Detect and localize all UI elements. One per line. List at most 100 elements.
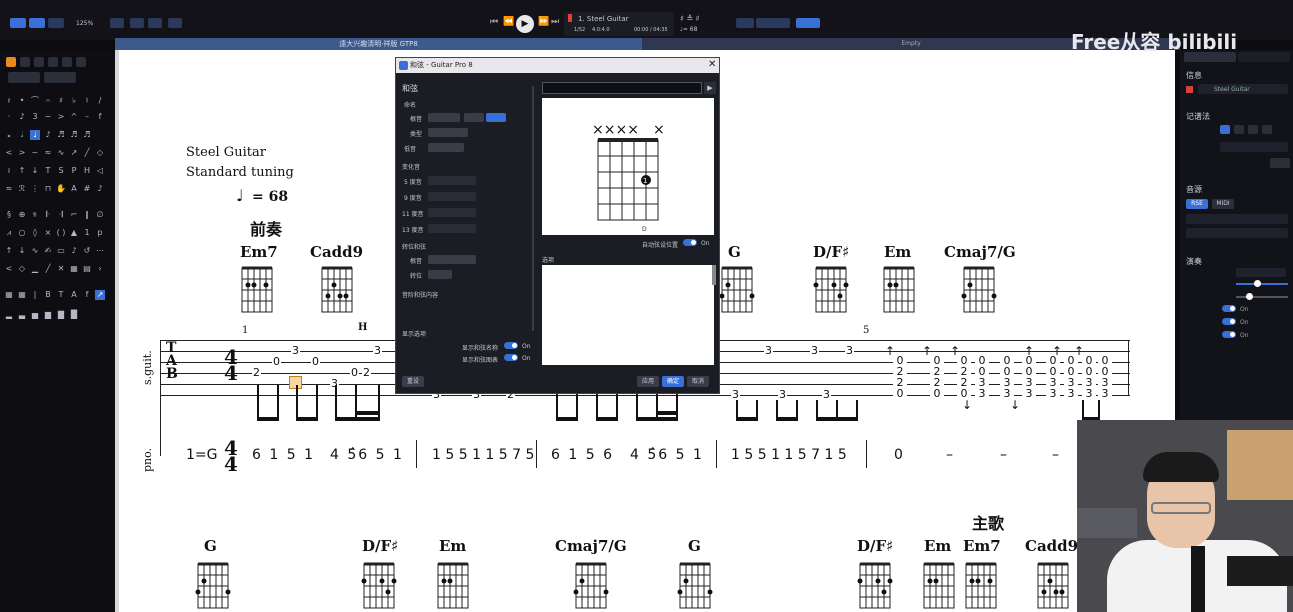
- free-time-icon[interactable]: ∅: [95, 210, 105, 220]
- dead-note-icon[interactable]: ×: [43, 228, 53, 238]
- dynamic-icon[interactable]: f: [95, 112, 105, 122]
- zoom-level[interactable]: 125%: [76, 20, 93, 27]
- fill-icon[interactable]: ▦: [69, 264, 79, 274]
- delete-bar-button[interactable]: [44, 72, 76, 83]
- sound-bank-field[interactable]: [1186, 214, 1288, 224]
- chord-diagram[interactable]: [878, 260, 918, 320]
- play-chord-icon[interactable]: ▶: [704, 82, 716, 94]
- tuning-field[interactable]: [1220, 142, 1288, 152]
- notation-tab-toggle[interactable]: [1234, 125, 1244, 134]
- chord-name[interactable]: Cmaj7/G: [555, 537, 627, 555]
- diamond-icon[interactable]: ◇: [17, 264, 27, 274]
- staccato-icon[interactable]: •: [17, 96, 27, 106]
- jianpu-notes[interactable]: –: [1000, 447, 1009, 463]
- lyric-line-icon[interactable]: |: [30, 290, 40, 300]
- text-icon[interactable]: A: [69, 184, 79, 194]
- sharp-icon[interactable]: ♯: [56, 96, 66, 106]
- triplet-icon[interactable]: 3: [30, 112, 40, 122]
- half-note-icon[interactable]: 𝅗𝅥: [17, 130, 27, 140]
- jianpu-notes[interactable]: 6 1 5 1: [252, 447, 315, 463]
- marcato-icon[interactable]: ^: [69, 112, 79, 122]
- sharp-toggle[interactable]: [486, 113, 506, 122]
- ninth-select[interactable]: [428, 192, 476, 201]
- grid-icon[interactable]: ▤: [82, 264, 92, 274]
- show-chord-name-toggle[interactable]: [504, 342, 518, 349]
- root-select[interactable]: [428, 113, 460, 122]
- tab-chord[interactable]: 0033: [1046, 355, 1060, 399]
- arpeggio-icon[interactable]: ≀: [4, 166, 14, 176]
- fifth-select[interactable]: [428, 176, 476, 185]
- chord-diagram[interactable]: [316, 260, 356, 320]
- voice-3-button[interactable]: [34, 57, 44, 67]
- dot-icon[interactable]: ·: [4, 112, 14, 122]
- chord-diagram[interactable]: [570, 556, 610, 612]
- chord-diagram[interactable]: [958, 260, 998, 320]
- segno-icon[interactable]: 𝄋: [30, 210, 40, 220]
- voicing-list[interactable]: [542, 265, 714, 365]
- quarter-note-icon[interactable]: ♩: [30, 130, 40, 140]
- tab-note[interactable]: 0: [311, 356, 320, 367]
- speed-button[interactable]: [796, 18, 820, 28]
- fermata-icon[interactable]: 𝄐: [43, 96, 53, 106]
- golpe-icon[interactable]: ✋: [56, 184, 66, 194]
- volume-slider-thumb[interactable]: [1254, 280, 1261, 287]
- notation-slash-toggle[interactable]: [1248, 125, 1258, 134]
- transpose-root-select[interactable]: [428, 255, 476, 264]
- decrescendo-icon[interactable]: >: [17, 148, 27, 158]
- tab-note[interactable]: 0: [350, 367, 359, 378]
- let-ring-icon[interactable]: ~: [30, 148, 40, 158]
- zoom-dropdown[interactable]: [110, 18, 124, 28]
- toggle-a[interactable]: [1222, 305, 1236, 312]
- vibrato-icon[interactable]: ∿: [56, 148, 66, 158]
- print-button[interactable]: [168, 18, 182, 28]
- slash-notation-icon[interactable]: ╱: [43, 264, 53, 274]
- fretboard-editor-icon[interactable]: ×××× ×1: [542, 98, 714, 235]
- tab-chord[interactable]: 0033: [1082, 355, 1096, 399]
- voice-5-button[interactable]: [62, 57, 72, 67]
- toggle-b[interactable]: [1222, 318, 1236, 325]
- grace-icon[interactable]: ♪: [17, 112, 27, 122]
- x-notation-icon[interactable]: ✕: [56, 264, 66, 274]
- crescendo-icon[interactable]: <: [4, 148, 14, 158]
- tap-icon[interactable]: T: [43, 166, 53, 176]
- chord-diagram[interactable]: [432, 556, 472, 612]
- sound-icon[interactable]: ♪: [69, 246, 79, 256]
- repeat-open-icon[interactable]: 𝄆: [43, 210, 53, 220]
- tenuto-icon[interactable]: –: [82, 112, 92, 122]
- jianpu-notes[interactable]: 1 5 5 1 1 5 7 5: [432, 447, 534, 463]
- slide-icon[interactable]: ╱: [82, 148, 92, 158]
- rewind-icon[interactable]: ⏮: [490, 17, 498, 27]
- bars-1-icon[interactable]: ▂: [4, 310, 14, 320]
- chord-search-input[interactable]: [542, 82, 702, 94]
- lhf-icon[interactable]: 1: [82, 228, 92, 238]
- volume-swell-icon[interactable]: ◊: [30, 228, 40, 238]
- pan-slider[interactable]: [1236, 296, 1288, 298]
- underline-icon[interactable]: ▁: [30, 264, 40, 274]
- loop-button[interactable]: [736, 18, 754, 28]
- tab-note[interactable]: 3: [764, 345, 773, 356]
- rasgueado-icon[interactable]: ℛ: [17, 184, 27, 194]
- tab-chord[interactable]: 0033: [1098, 355, 1112, 399]
- down-stroke-icon[interactable]: ↓: [30, 166, 40, 176]
- chord-name[interactable]: Cadd9: [310, 243, 363, 261]
- txt-icon[interactable]: A: [69, 290, 79, 300]
- insert-bar-button[interactable]: [8, 72, 40, 83]
- voicing-scrollbar[interactable]: [712, 265, 716, 285]
- flat-toggle[interactable]: [464, 113, 484, 122]
- arrow-down-icon[interactable]: ↓: [17, 246, 27, 256]
- metronome-button[interactable]: [756, 18, 790, 28]
- eighth-note-icon[interactable]: ♪: [43, 130, 53, 140]
- rest-icon[interactable]: 𝄽: [4, 96, 14, 106]
- chord-diagram-editor[interactable]: ×××× × 1: [542, 98, 714, 235]
- hammer-icon[interactable]: H: [82, 166, 92, 176]
- repeat-close-icon[interactable]: 𝄇: [56, 210, 66, 220]
- chord-name[interactable]: Em: [884, 243, 911, 261]
- apply-button[interactable]: 应用: [637, 376, 659, 387]
- slap-icon[interactable]: S: [56, 166, 66, 176]
- tt-icon[interactable]: T: [56, 290, 66, 300]
- tie-icon[interactable]: ⌒: [30, 96, 40, 106]
- performance-field[interactable]: [1236, 268, 1286, 277]
- left-arrow-icon[interactable]: <: [4, 264, 14, 274]
- up-stroke-icon[interactable]: ↑: [17, 166, 27, 176]
- sound-midi-tab[interactable]: MIDI: [1212, 199, 1234, 209]
